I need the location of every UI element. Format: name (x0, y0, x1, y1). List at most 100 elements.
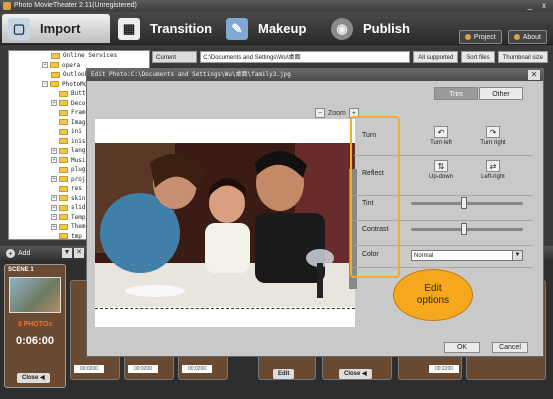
folder-icon (50, 62, 59, 69)
tree-item[interactable]: Online Services (9, 51, 149, 61)
flip-vertical-icon: ⇅ (434, 160, 448, 172)
add-icon: + (6, 248, 15, 258)
rotate-right-icon: ↷ (486, 126, 500, 138)
photo-canvas[interactable] (95, 119, 355, 327)
scene-card[interactable]: SCENE 1 3 PHOTOs 0:06:00 Close ◀ (4, 264, 66, 388)
flip-horizontal-icon: ⇄ (486, 160, 500, 172)
folder-icon (59, 90, 68, 97)
tab-publish-label: Publish (363, 21, 410, 36)
expand-icon[interactable]: + (51, 195, 57, 202)
tint-slider[interactable] (411, 197, 523, 209)
folder-icon (59, 157, 68, 164)
folder-path-field[interactable]: C:\Documents and Settings\Wu\桌面 (200, 51, 411, 63)
add-button[interactable]: + Add (6, 248, 30, 258)
makeup-icon: ✎ (226, 17, 248, 40)
cancel-button[interactable]: Cancel (492, 342, 528, 353)
folder-icon (59, 128, 68, 135)
expand-icon[interactable]: + (51, 100, 57, 107)
folder-icon (59, 176, 68, 183)
tab-transition-label: Transition (150, 21, 213, 36)
edit-button[interactable]: Edit (273, 369, 295, 379)
thumbnail-size-button[interactable]: Thumbnail size (497, 51, 548, 63)
zoom-label: Zoom (328, 109, 346, 117)
tree-item-label: ini (71, 128, 82, 135)
slot-duration: 00:0200 (128, 365, 158, 373)
folder-icon (59, 147, 68, 154)
left-right-label: Left-right (481, 174, 505, 180)
turn-right-label: Turn right (480, 140, 506, 146)
edit-options-callout: Edit options (393, 269, 473, 321)
expand-icon[interactable]: + (51, 204, 57, 211)
expand-icon[interactable]: + (51, 147, 57, 154)
color-select[interactable]: Normal ▼ (411, 250, 523, 261)
folder-icon (51, 52, 60, 59)
flip-updown-button[interactable]: ⇅ Up-down (426, 160, 456, 180)
expand-icon[interactable]: + (51, 223, 57, 230)
sort-files-button[interactable]: Sort files (461, 51, 495, 63)
contrast-slider-handle[interactable] (461, 223, 467, 235)
folder-icon (59, 204, 68, 211)
contrast-slider[interactable] (411, 223, 523, 235)
folder-icon (59, 109, 68, 116)
expand-icon[interactable]: + (51, 176, 57, 183)
folder-icon (59, 195, 68, 202)
folder-icon (59, 100, 68, 107)
tree-item-label: Online Services (63, 52, 118, 59)
ok-button[interactable]: OK (444, 342, 480, 353)
turn-left-label: Turn left (430, 140, 452, 146)
folder-icon (59, 185, 68, 192)
scene-thumbnail[interactable] (9, 277, 61, 313)
slot-duration: 00:0200 (74, 365, 104, 373)
slot-duration: 00:2200 (429, 365, 459, 373)
tab-makeup[interactable]: ✎ Makeup (220, 14, 320, 43)
project-button[interactable]: Project (458, 30, 502, 44)
tree-item-label: Outlook (63, 71, 89, 78)
window-titlebar: Photo MovieTheater 2.11(Unregistered) _ … (0, 0, 553, 12)
crop-guide[interactable] (95, 308, 355, 309)
tab-import-label: Import (40, 21, 81, 36)
close-icon[interactable]: ✕ (74, 248, 84, 258)
photo-count: 3 PHOTOs (17, 321, 53, 328)
other-tab[interactable]: Other (479, 87, 523, 100)
tint-slider-handle[interactable] (461, 197, 467, 209)
color-select-value: Normal (414, 253, 434, 259)
project-label: Project (473, 33, 496, 41)
folder-icon (59, 119, 68, 126)
tab-import[interactable]: ▢ Import (2, 14, 110, 43)
flip-leftright-button[interactable]: ⇄ Left-right (478, 160, 508, 180)
family-photo (95, 143, 355, 307)
chevron-down-icon[interactable]: ▼ (512, 251, 522, 260)
collapse-icon[interactable]: − (42, 81, 48, 88)
dialog-close-button[interactable]: ✕ (528, 70, 540, 80)
minimize-button[interactable]: _ (525, 1, 535, 10)
expand-icon[interactable]: + (51, 157, 57, 164)
tree-item-label: inis (71, 137, 86, 145)
dialog-title: Edit Photo:C:\Documents and Settings\Wu\… (87, 69, 543, 81)
publish-icon: ◉ (331, 17, 353, 40)
about-button[interactable]: About (507, 30, 547, 44)
about-label: About (522, 33, 541, 41)
all-supported-button[interactable]: All supported (413, 51, 459, 63)
folder-icon (59, 223, 68, 230)
turn-left-button[interactable]: ↶ Turn left (426, 126, 456, 146)
tab-transition[interactable]: ▦ Transition (112, 14, 217, 43)
tree-item-label: opera (62, 61, 81, 69)
folder-icon (59, 138, 68, 145)
folder-icon (59, 214, 68, 221)
expand-icon[interactable]: + (51, 214, 57, 221)
window-title: Photo MovieTheater 2.11(Unregistered) (14, 2, 137, 9)
tab-publish[interactable]: ◉ Publish (325, 14, 435, 43)
slot-close-button[interactable]: Close ◀ (339, 369, 372, 379)
expand-icon[interactable]: + (42, 62, 48, 69)
scene-duration: 0:06:00 (16, 335, 54, 347)
dropdown-arrow-icon[interactable]: ▼ (62, 248, 72, 258)
close-window-button[interactable]: x (539, 1, 549, 10)
tab-makeup-label: Makeup (258, 21, 307, 36)
scene-close-button[interactable]: Close ◀ (17, 373, 50, 383)
trim-tab[interactable]: Trim (434, 87, 478, 100)
zoom-out-icon[interactable]: − (315, 108, 325, 118)
edit-options-highlight (350, 116, 400, 278)
import-icon: ▢ (8, 17, 30, 40)
up-down-label: Up-down (428, 174, 453, 180)
turn-right-button[interactable]: ↷ Turn right (478, 126, 508, 146)
